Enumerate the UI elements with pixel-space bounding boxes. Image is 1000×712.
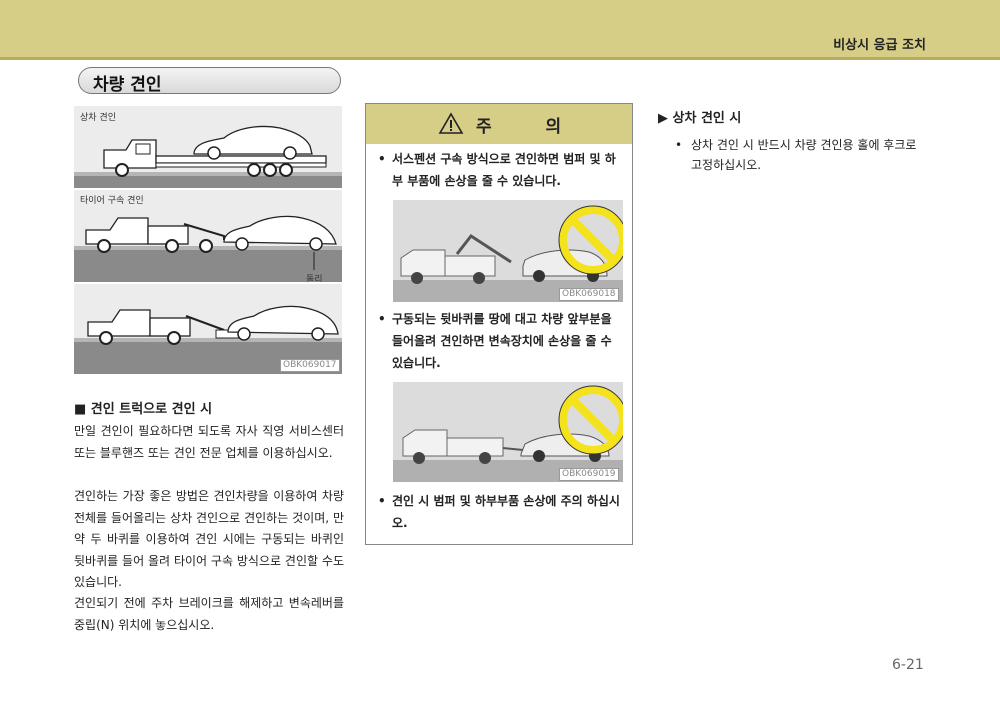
bullet: • — [378, 152, 386, 166]
flatbed-illustration: 상차 견인 — [74, 106, 342, 188]
bullet: • — [675, 138, 683, 152]
wheel-lift-label: 타이어 구속 견인 — [80, 196, 144, 206]
caution-item-text: 견인 시 범퍼 및 하부부품 손상에 주의 하십시오. — [392, 494, 620, 530]
body-paragraph-1: 만일 견인이 필요하다면 되도록 자사 직영 서비스센터 또는 블루핸즈 또는 … — [74, 424, 344, 460]
flatbed-label: 상차 견인 — [80, 113, 116, 123]
right-item-text: 상차 견인 시 반드시 차량 견인용 홀에 후크로 고정하십시오. — [691, 138, 917, 172]
right-heading: ▶ 상차 견인 시 — [658, 111, 742, 126]
caution-item-2: • 구동되는 뒷바퀴를 땅에 대고 차량 앞부분을 들어올려 견인하면 변속장치… — [378, 308, 626, 374]
bullet: • — [378, 494, 386, 508]
right-item: • 상차 견인 시 반드시 차량 견인용 홀에 후크로 고정하십시오. — [675, 135, 930, 175]
prohibited-tow-drawing-2 — [393, 385, 623, 482]
caution-item-1: • 서스펜션 구속 방식으로 견인하면 범퍼 및 하부 부품에 손상을 줄 수 … — [378, 148, 626, 192]
caution-item-text: 서스펜션 구속 방식으로 견인하면 범퍼 및 하부 부품에 손상을 줄 수 있습… — [392, 152, 616, 188]
photo-code-1: OBK069018 — [559, 288, 619, 301]
body-paragraph-3: 견인되기 전에 주차 브레이크를 해제하고 변속레버를 중립(N) 위치에 놓으… — [74, 596, 344, 632]
photo-code-2: OBK069019 — [559, 468, 619, 481]
caution-item-3: • 견인 시 범퍼 및 하부부품 손상에 주의 하십시오. — [378, 490, 626, 534]
section-label: 비상시 응급 조치 — [833, 38, 926, 53]
prohibited-tow-drawing-1 — [393, 205, 623, 302]
caution-header: 주 의 — [366, 104, 632, 144]
warning-triangle-icon — [438, 112, 464, 134]
page-title-pill: 차량 견인 — [78, 67, 341, 95]
page-title: 차량 견인 — [93, 75, 162, 95]
figure-code: OBK069017 — [280, 359, 340, 372]
caution-item-text: 구동되는 뒷바퀴를 땅에 대고 차량 앞부분을 들어올려 견인하면 변속장치에 … — [392, 312, 612, 370]
prohibited-tow-photo-2: OBK069019 — [393, 382, 623, 482]
dolly-tow-illustration: OBK069017 — [74, 284, 342, 374]
wheel-lift-illustration: 타이어 구속 견인 돌리 — [74, 190, 342, 282]
dolly-label: 돌리 — [306, 275, 323, 282]
prohibited-tow-photo-1: OBK069018 — [393, 200, 623, 302]
bullet: • — [378, 312, 386, 326]
caution-title: 주 의 — [476, 117, 586, 137]
body-paragraph-2: 견인하는 가장 좋은 방법은 견인차량을 이용하여 차량 전체를 들어올리는 상… — [74, 489, 344, 589]
page-number: 6-21 — [892, 657, 924, 673]
header-rule — [0, 57, 1000, 60]
section-subheading: ■ 견인 트럭으로 견인 시 — [74, 402, 213, 417]
